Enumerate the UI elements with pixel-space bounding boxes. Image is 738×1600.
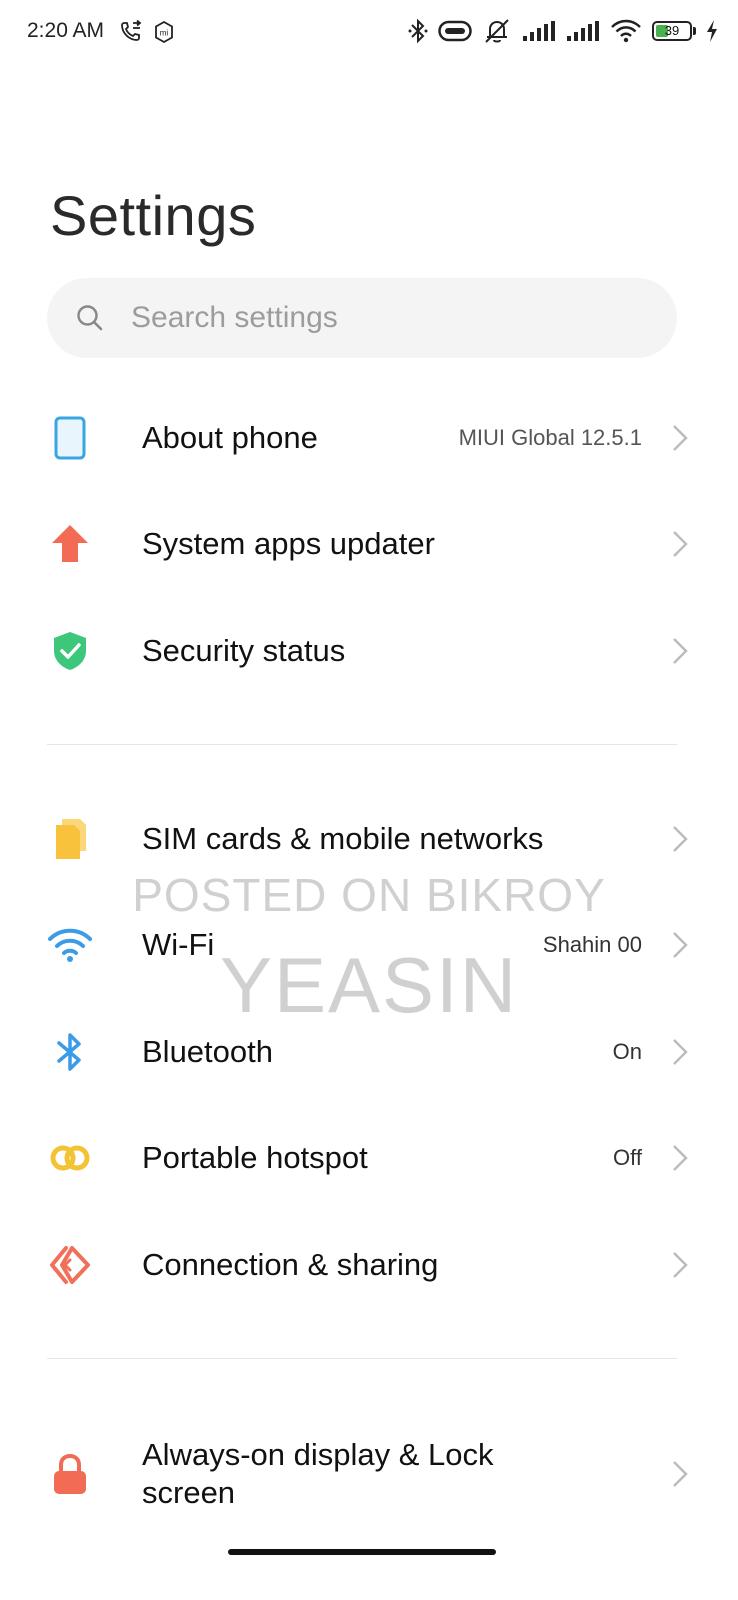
chevron-right-icon xyxy=(673,1039,688,1065)
status-right-icons: 39 xyxy=(408,18,718,44)
vpn-key-icon xyxy=(438,20,472,42)
settings-screen: 2:20 AM mi 39 Settings Search settings A… xyxy=(0,0,738,1600)
mi-icon: mi xyxy=(152,20,176,44)
settings-row-connection-sharing[interactable]: Connection & sharing xyxy=(0,1215,738,1315)
settings-row-bluetooth[interactable]: Bluetooth On xyxy=(0,1002,738,1102)
chevron-right-icon xyxy=(673,425,688,451)
row-value: Off xyxy=(613,1145,642,1170)
row-value: On xyxy=(612,1039,642,1064)
settings-row-system-apps-updater[interactable]: System apps updater xyxy=(0,494,738,594)
shield-check-icon xyxy=(48,629,92,673)
hotspot-icon xyxy=(48,1136,92,1180)
lock-icon xyxy=(48,1452,92,1496)
section-divider xyxy=(47,1358,677,1359)
connection-sharing-icon xyxy=(48,1243,92,1287)
mute-icon xyxy=(482,18,512,44)
chevron-right-icon xyxy=(673,1252,688,1278)
home-indicator[interactable] xyxy=(228,1549,496,1555)
row-label: Connection & sharing xyxy=(142,1247,439,1282)
arrow-up-icon xyxy=(48,522,92,566)
svg-text:mi: mi xyxy=(160,29,169,38)
call-forward-icon xyxy=(120,20,142,44)
row-value: Shahin 00 xyxy=(542,932,642,957)
chevron-right-icon xyxy=(673,531,688,557)
status-time: 2:20 AM xyxy=(27,19,105,42)
battery-level: 39 xyxy=(664,23,680,38)
settings-row-portable-hotspot[interactable]: Portable hotspot Off xyxy=(0,1108,738,1208)
chevron-right-icon xyxy=(673,1145,688,1171)
row-label: Wi-Fi xyxy=(142,927,215,962)
settings-row-sim-cards[interactable]: SIM cards & mobile networks xyxy=(0,789,738,889)
chevron-right-icon xyxy=(673,932,688,958)
sim-card-icon xyxy=(48,817,92,861)
chevron-right-icon xyxy=(673,1461,688,1487)
status-bar: 2:20 AM mi 39 xyxy=(0,0,738,66)
page-title: Settings xyxy=(50,184,257,247)
signal-1-icon xyxy=(522,20,556,42)
row-label: Always-on display & Lock screen xyxy=(142,1437,494,1510)
row-label: SIM cards & mobile networks xyxy=(142,821,544,856)
row-label: Security status xyxy=(142,633,346,668)
phone-outline-icon xyxy=(48,416,92,460)
bluetooth-icon xyxy=(48,1030,92,1074)
settings-row-security-status[interactable]: Security status xyxy=(0,601,738,701)
search-bar[interactable] xyxy=(47,278,677,358)
battery-indicator: 39 xyxy=(652,21,696,41)
wifi-status-icon xyxy=(610,19,642,43)
row-value: MIUI Global 12.5.1 xyxy=(458,425,642,450)
battery-cap xyxy=(693,27,696,35)
settings-row-about-phone[interactable]: About phone MIUI Global 12.5.1 xyxy=(0,388,738,488)
chevron-right-icon xyxy=(673,826,688,852)
signal-2-icon xyxy=(566,20,600,42)
settings-row-always-on-display[interactable]: Always-on display & Lock screen xyxy=(0,1424,738,1524)
search-icon xyxy=(77,305,103,331)
row-label: Portable hotspot xyxy=(142,1140,368,1175)
wifi-icon xyxy=(48,923,92,967)
status-left-icons: mi xyxy=(120,20,176,44)
settings-row-wifi[interactable]: Wi-Fi Shahin 00 xyxy=(0,895,738,995)
row-label: Bluetooth xyxy=(142,1034,273,1069)
section-divider xyxy=(47,744,677,745)
search-input[interactable] xyxy=(129,300,613,336)
charging-icon xyxy=(706,20,718,42)
bluetooth-status-icon xyxy=(408,18,428,44)
chevron-right-icon xyxy=(673,638,688,664)
row-label: System apps updater xyxy=(142,526,435,561)
battery-icon: 39 xyxy=(652,21,692,41)
row-label: About phone xyxy=(142,420,318,455)
